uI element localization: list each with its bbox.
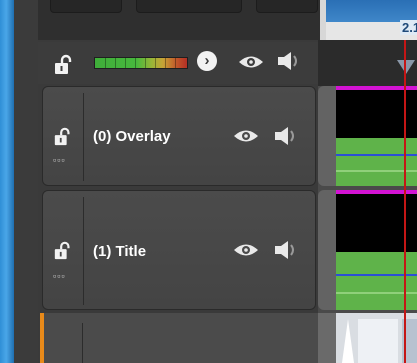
eye-icon[interactable] (233, 129, 259, 143)
vu-tick (145, 58, 146, 68)
track-header-selected[interactable] (40, 313, 318, 363)
eye-icon[interactable] (238, 55, 264, 69)
vu-meter (94, 57, 188, 69)
track-header-title[interactable]: ▫▫▫ (1) Title (42, 190, 316, 310)
eye-icon[interactable] (233, 243, 259, 257)
toolbar-button[interactable] (256, 0, 318, 13)
unlock-icon[interactable] (53, 241, 73, 261)
vu-tick (165, 58, 166, 68)
track-divider (83, 197, 84, 305)
track-options-dots[interactable]: ▫▫▫ (53, 271, 66, 281)
vu-tick (175, 58, 176, 68)
speaker-icon[interactable] (276, 50, 302, 72)
left-gutter (14, 0, 38, 363)
toolbar-button[interactable] (136, 0, 242, 13)
image-clip[interactable] (318, 313, 417, 363)
track-divider (83, 93, 84, 181)
vu-tick (125, 58, 126, 68)
vu-tick (115, 58, 116, 68)
vu-tick (155, 58, 156, 68)
vu-tick (135, 58, 136, 68)
speaker-icon[interactable] (273, 239, 299, 261)
toolbar-button[interactable] (50, 0, 122, 13)
track-name: (1) Title (93, 243, 147, 260)
track-header-overlay[interactable]: ▫▫▫ (0) Overlay (42, 86, 316, 186)
clip-thumbnail (318, 313, 417, 363)
clip-handle[interactable] (318, 86, 337, 186)
top-toolbar (38, 0, 320, 40)
track-name: (0) Overlay (93, 128, 171, 145)
expand-button[interactable]: › (197, 51, 217, 71)
timeline-window: 2.1 › ▫▫▫ (0) Overlay ▫▫▫ (1) Title (0, 0, 417, 363)
window-edge (0, 0, 14, 363)
speaker-icon[interactable] (273, 125, 299, 147)
clip-handle[interactable] (318, 190, 337, 310)
track-divider (82, 323, 83, 363)
track-options-dots[interactable]: ▫▫▫ (53, 155, 66, 165)
playhead-line[interactable] (404, 40, 406, 363)
unlock-icon[interactable] (53, 54, 75, 76)
unlock-icon[interactable] (53, 127, 73, 147)
ruler-time-label: 2.1 (400, 20, 417, 35)
vu-tick (105, 58, 106, 68)
playhead-marker[interactable] (397, 60, 415, 74)
